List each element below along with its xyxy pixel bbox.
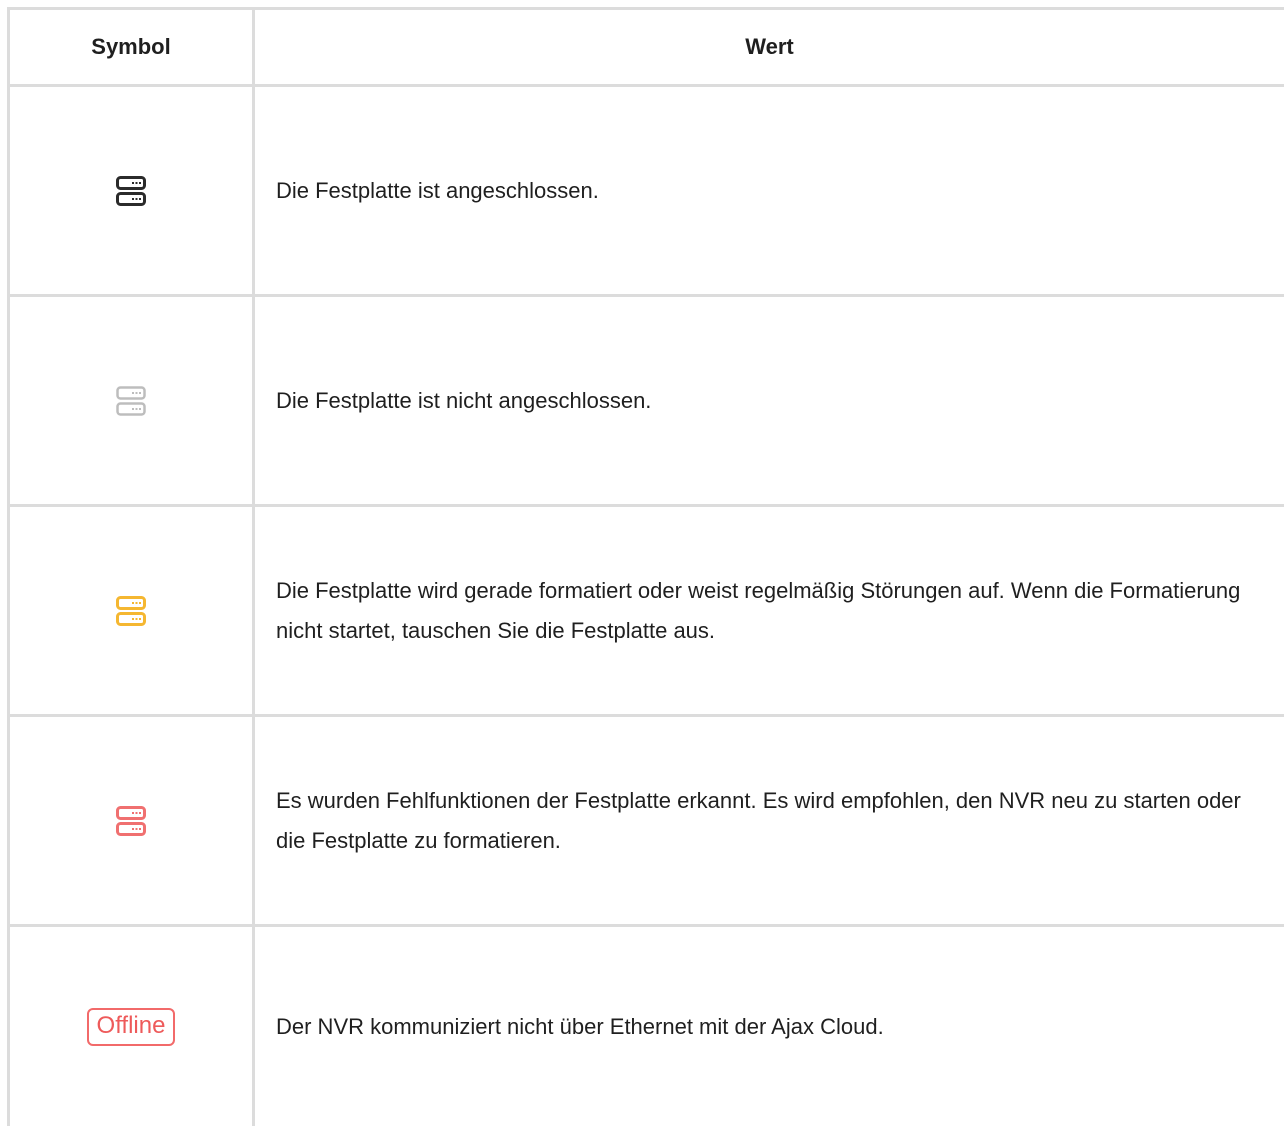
hdd-malfunction-icon — [116, 805, 146, 836]
status-table: Symbol Wert Die Festplatte ist angeschlo… — [0, 0, 1284, 1126]
header-symbol: Symbol — [91, 34, 171, 59]
row-description: Es wurden Fehlfunktionen der Festplatte … — [276, 787, 1241, 853]
row-description: Die Festplatte wird gerade formatiert od… — [276, 577, 1241, 643]
hdd-disconnected-icon — [116, 385, 146, 416]
table-row: Die Festplatte ist angeschlossen. — [10, 87, 1284, 294]
row-description: Die Festplatte ist nicht angeschlossen. — [276, 387, 652, 413]
table-row: Die Festplatte ist nicht angeschlossen. — [10, 297, 1284, 504]
hdd-formatting-icon — [116, 595, 146, 626]
row-description: Der NVR kommuniziert nicht über Ethernet… — [276, 1013, 884, 1039]
header-value: Wert — [745, 34, 794, 59]
offline-badge: Offline — [86, 1007, 176, 1046]
hdd-connected-icon — [116, 175, 146, 206]
table-row: Es wurden Fehlfunktionen der Festplatte … — [10, 717, 1284, 924]
row-description: Die Festplatte ist angeschlossen. — [276, 177, 599, 203]
table-row: Offline Der NVR kommuniziert nicht über … — [10, 927, 1284, 1126]
table-row: Die Festplatte wird gerade formatiert od… — [10, 507, 1284, 714]
